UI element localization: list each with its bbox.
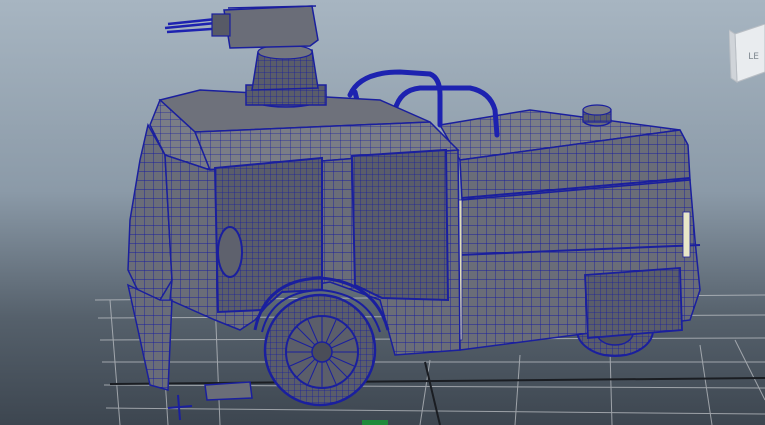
viewcube-face-label: LE bbox=[748, 52, 759, 62]
scene-render[interactable] bbox=[0, 0, 765, 425]
turret bbox=[164, 5, 327, 108]
truck-rear-body bbox=[438, 109, 701, 351]
viewport-3d[interactable]: LE bbox=[0, 0, 765, 425]
ground-marker bbox=[362, 420, 388, 425]
viewcube[interactable] bbox=[729, 24, 765, 84]
tank-cap bbox=[582, 104, 612, 127]
